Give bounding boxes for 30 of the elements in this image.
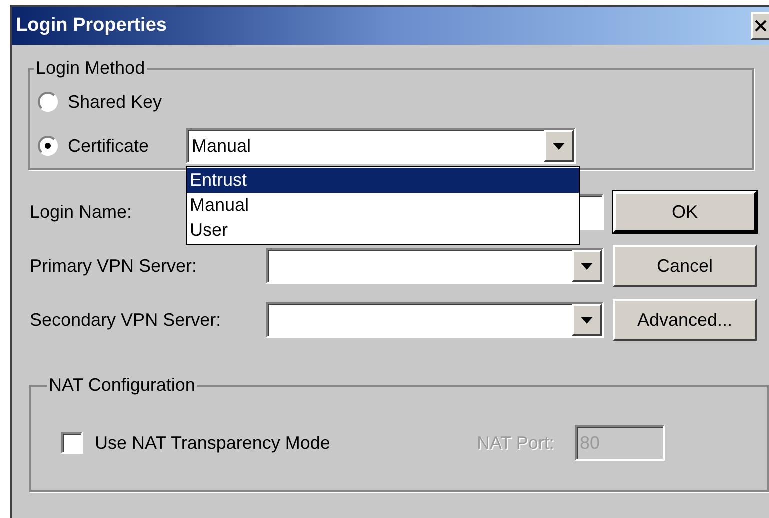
dropdown-option[interactable]: Manual — [187, 193, 579, 218]
dialog-button[interactable]: OK — [613, 191, 757, 233]
radio-button[interactable] — [38, 92, 58, 112]
dropdown-button[interactable] — [572, 304, 602, 336]
close-button[interactable] — [751, 12, 769, 40]
caret-icon — [581, 262, 593, 270]
window-title: Login Properties — [16, 14, 167, 38]
dropdown-button[interactable] — [572, 250, 602, 282]
dialog-button[interactable]: Advanced... — [613, 299, 757, 341]
combo-value: Manual — [191, 134, 252, 158]
dialog-button[interactable]: Cancel — [613, 245, 757, 287]
radio-button[interactable] — [38, 136, 58, 156]
group-title: NAT Configuration — [48, 374, 196, 397]
dropdown-button[interactable] — [544, 130, 574, 162]
caret-icon — [553, 142, 565, 150]
checkbox-label: Use NAT Transparency Mode — [95, 432, 332, 455]
radio-label: Shared Key — [68, 90, 164, 114]
server-combo[interactable] — [266, 302, 604, 338]
certificate-combo[interactable]: Manual — [186, 128, 576, 164]
field-label: Secondary VPN Server: — [30, 310, 222, 330]
close-icon — [755, 20, 767, 32]
caret-icon — [581, 316, 593, 324]
radio-label: Certificate — [68, 134, 150, 158]
dropdown-option[interactable]: Entrust — [187, 168, 579, 193]
group-title: Login Method — [35, 57, 146, 80]
checkbox[interactable] — [61, 432, 83, 454]
server-combo[interactable] — [266, 248, 604, 284]
field-label: Login Name: — [30, 202, 132, 222]
dropdown-option[interactable]: User — [187, 218, 579, 243]
field-label: Primary VPN Server: — [30, 256, 198, 276]
